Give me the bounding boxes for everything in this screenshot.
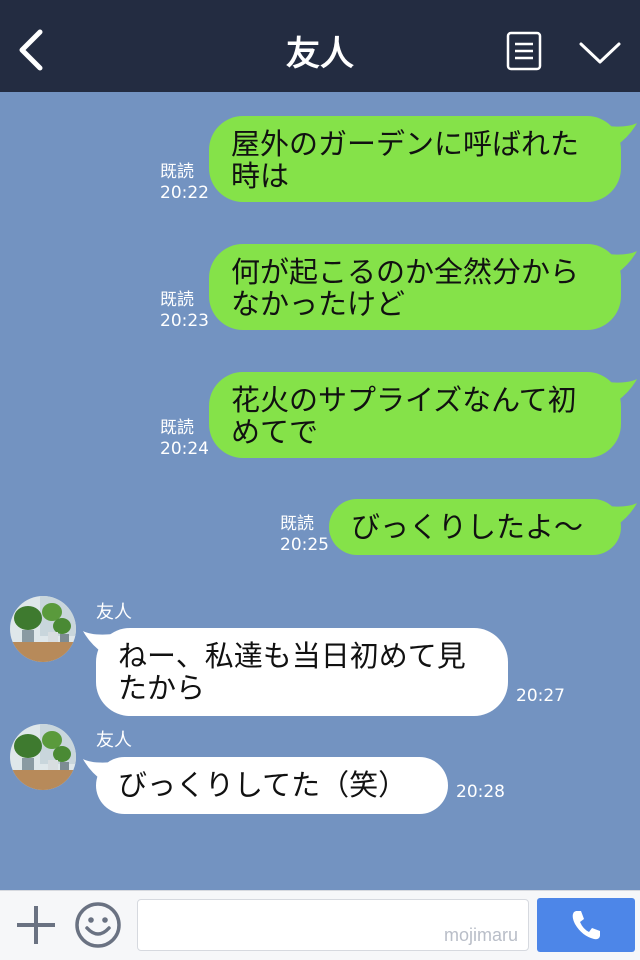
message-time: 20:23 xyxy=(160,311,209,331)
sender-name: 友人 xyxy=(96,730,132,751)
avatar[interactable] xyxy=(10,724,76,790)
bubble-tail xyxy=(606,251,637,274)
plant-avatar-icon xyxy=(10,596,76,662)
read-receipt: 既読 xyxy=(160,418,194,438)
bubble-tail xyxy=(606,379,637,402)
read-receipt: 既読 xyxy=(280,514,314,534)
read-receipt: 既読 xyxy=(160,162,194,182)
message-text-line: なかったけど xyxy=(231,287,406,321)
plus-icon[interactable] xyxy=(14,903,58,947)
message-text-line: めてで xyxy=(231,415,319,449)
bubble-tail xyxy=(606,123,637,146)
sender-name: 友人 xyxy=(96,602,132,623)
phone-icon xyxy=(572,911,600,940)
chevron-down-icon[interactable] xyxy=(578,38,622,68)
message-time: 20:22 xyxy=(160,183,209,203)
message-meta: 既読 20:23 xyxy=(160,290,209,332)
message-time: 20:25 xyxy=(280,535,329,555)
call-button[interactable] xyxy=(537,898,635,952)
message-bubble-outgoing[interactable]: 花火のサプライズなんて初 めてで xyxy=(209,372,621,458)
chat-area[interactable]: 既読 20:22 屋外のガーデンに呼ばれた 時は 既読 20:23 何が起こるの… xyxy=(0,92,640,890)
message-meta: 既読 20:22 xyxy=(160,162,209,204)
message-text-line: 屋外のガーデンに呼ばれた xyxy=(231,127,580,161)
message-meta: 既読 20:25 xyxy=(280,514,329,556)
message-bubble-incoming[interactable]: びっくりしてた（笑） xyxy=(96,757,448,814)
message-bubble-incoming[interactable]: ねー、私達も当日初めて見 たから xyxy=(96,628,508,716)
message-text-line: 時は xyxy=(231,159,290,193)
message-input[interactable]: mojimaru xyxy=(137,899,529,951)
message-text-line: ねー、私達も当日初めて見 xyxy=(118,639,466,673)
menu-list-icon[interactable] xyxy=(506,31,542,71)
message-bubble-outgoing[interactable]: びっくりしたよ〜 xyxy=(329,499,621,555)
message-text-line: 何が起こるのか全然分から xyxy=(231,255,580,289)
message-time: 20:28 xyxy=(456,782,505,802)
chat-title: 友人 xyxy=(286,34,354,74)
message-composer: mojimaru xyxy=(0,890,640,960)
chat-header: 友人 xyxy=(0,0,640,92)
message-text-line: びっくりしてた（笑） xyxy=(118,768,408,802)
watermark-text: mojimaru xyxy=(443,925,518,945)
avatar[interactable] xyxy=(10,596,76,662)
message-meta: 既読 20:24 xyxy=(160,418,209,460)
message-bubble-outgoing[interactable]: 屋外のガーデンに呼ばれた 時は xyxy=(209,116,621,202)
plant-avatar-icon xyxy=(10,724,76,790)
read-receipt: 既読 xyxy=(160,290,194,310)
message-time: 20:27 xyxy=(516,686,565,706)
message-time: 20:24 xyxy=(160,439,209,459)
message-text-line: 花火のサプライズなんて初 xyxy=(231,383,577,417)
message-text-line: たから xyxy=(118,671,206,705)
bubble-tail xyxy=(606,503,637,526)
smiley-icon[interactable] xyxy=(74,901,122,949)
message-text-line: びっくりしたよ〜 xyxy=(351,510,584,544)
message-bubble-outgoing[interactable]: 何が起こるのか全然分から なかったけど xyxy=(209,244,621,330)
